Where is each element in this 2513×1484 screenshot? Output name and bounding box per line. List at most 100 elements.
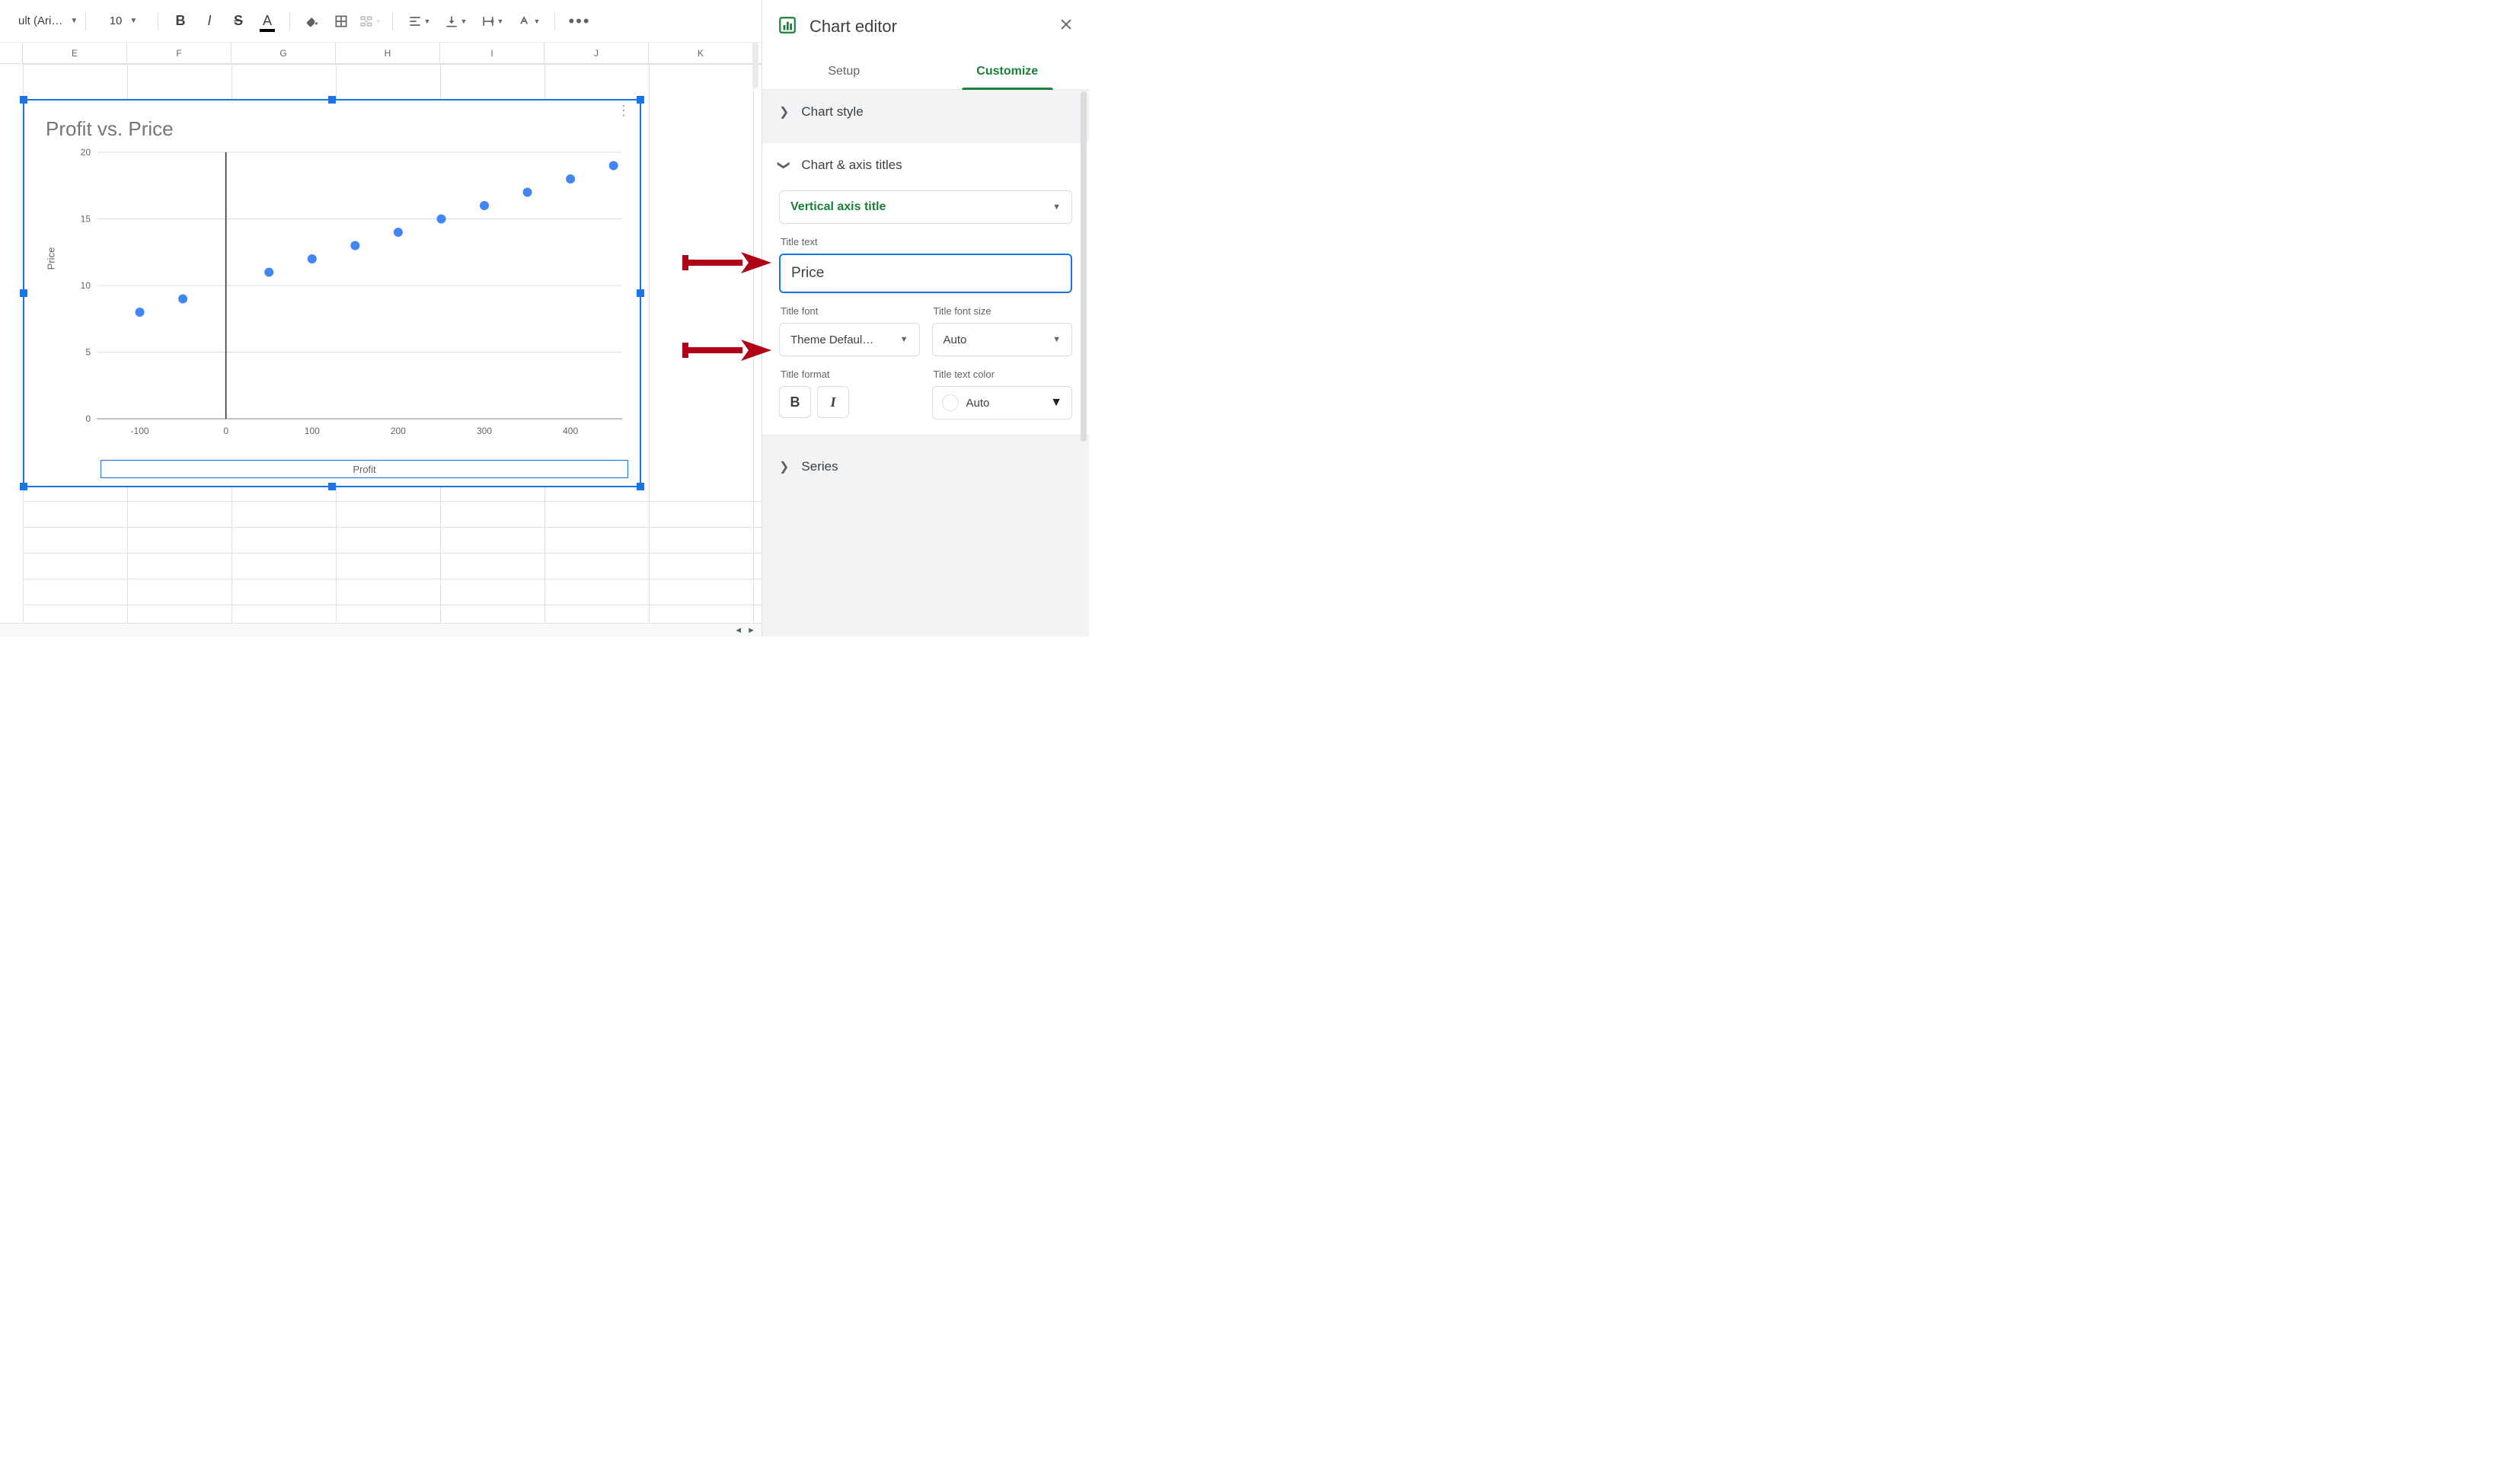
title-bold-button[interactable]: B [779, 386, 811, 418]
resize-handle[interactable] [637, 96, 644, 104]
fill-color-button[interactable] [299, 8, 325, 35]
chevron-down-icon: ▼ [129, 17, 137, 25]
close-button[interactable] [1059, 17, 1074, 37]
resize-handle[interactable] [637, 289, 644, 297]
chart-menu-button[interactable]: ⋮ [617, 108, 631, 113]
chevron-down-icon: ❯ [777, 160, 792, 170]
title-italic-button[interactable]: I [817, 386, 849, 418]
chevron-down-icon: ▼ [1052, 203, 1061, 212]
horizontal-align-button[interactable]: ▼ [402, 8, 436, 35]
title-type-select[interactable]: Vertical axis title ▼ [779, 190, 1072, 224]
svg-text:5: 5 [85, 347, 91, 358]
resize-handle[interactable] [328, 96, 336, 104]
section-toggle-chart-axis-titles[interactable]: ❯ Chart & axis titles [762, 143, 1089, 187]
resize-handle[interactable] [20, 96, 27, 104]
valign-bottom-icon [444, 14, 459, 29]
text-color-button[interactable]: A [254, 8, 280, 35]
color-swatch [942, 394, 959, 411]
text-rotation-button[interactable]: ▼ [512, 8, 545, 35]
merge-icon [359, 14, 374, 29]
svg-text:10: 10 [81, 280, 91, 291]
svg-text:300: 300 [477, 426, 492, 436]
vertical-scrollbar[interactable] [752, 43, 758, 88]
title-format-label: Title format [781, 369, 918, 380]
grid-body[interactable]: ⋮ Profit vs. Price Price 05101520-100010… [0, 64, 762, 623]
toolbar-separator [554, 12, 555, 30]
chart-plot: 05101520-1000100200300400 [66, 145, 630, 449]
chevron-down-icon: ▼ [1050, 396, 1062, 410]
title-text-input[interactable] [779, 254, 1072, 293]
scroll-left-icon[interactable]: ◄ [734, 626, 742, 635]
column-header[interactable]: H [336, 43, 440, 63]
section-toggle-series[interactable]: ❯ Series [762, 445, 1089, 489]
tab-setup[interactable]: Setup [762, 53, 926, 89]
section-series: ❯ Series [762, 445, 1089, 489]
strikethrough-button[interactable]: S [225, 8, 251, 35]
resize-handle[interactable] [20, 289, 27, 297]
horizontal-scrollbar[interactable]: ◄ ► [0, 623, 762, 637]
panel-tabs: Setup Customize [762, 53, 1089, 90]
font-size-value: 10 [110, 14, 123, 27]
font-family-select[interactable]: ult (Ari… ▼ [8, 8, 76, 35]
panel-title: Chart editor [809, 17, 1046, 37]
text-wrap-button[interactable]: ▼ [475, 8, 509, 35]
chart-title[interactable]: Profit vs. Price [46, 117, 174, 141]
resize-handle[interactable] [637, 483, 644, 490]
chevron-right-icon: ❯ [779, 104, 789, 120]
title-text-color-select[interactable]: Auto ▼ [932, 386, 1073, 420]
chevron-right-icon: ❯ [779, 459, 789, 474]
borders-button[interactable] [328, 8, 354, 35]
svg-text:0: 0 [223, 426, 228, 436]
paint-bucket-icon [305, 14, 320, 29]
svg-text:400: 400 [563, 426, 578, 436]
toolbar-separator [85, 12, 86, 30]
title-font-select[interactable]: Theme Defaul… ▼ [779, 323, 920, 356]
bold-button[interactable]: B [168, 8, 193, 35]
panel-header: Chart editor [762, 0, 1089, 53]
section-chart-axis-titles: ❯ Chart & axis titles Vertical axis titl… [762, 143, 1089, 436]
title-text-color-label: Title text color [934, 369, 1071, 380]
toolbar-separator [289, 12, 290, 30]
column-header[interactable]: K [649, 43, 753, 63]
column-headers: E F G H I J K [0, 43, 762, 64]
select-all-corner[interactable] [0, 43, 23, 63]
chevron-down-icon: ▼ [900, 335, 908, 344]
scroll-right-icon[interactable]: ► [747, 626, 755, 635]
panel-scrollbar[interactable] [1081, 91, 1087, 442]
embedded-chart[interactable]: ⋮ Profit vs. Price Price 05101520-100010… [23, 99, 641, 487]
chevron-down-icon: ▼ [70, 17, 76, 25]
text-overflow-icon [481, 14, 496, 29]
section-chart-style: ❯ Chart style [762, 90, 1089, 134]
toolbar-separator [392, 12, 393, 30]
y-axis-title[interactable]: Price [45, 247, 56, 270]
italic-button[interactable]: I [196, 8, 222, 35]
merge-cells-button[interactable]: ▼ [357, 8, 383, 35]
font-size-select[interactable]: 10 ▼ [95, 8, 148, 35]
vertical-align-button[interactable]: ▼ [439, 8, 472, 35]
svg-text:100: 100 [305, 426, 320, 436]
title-text-label: Title text [781, 236, 1071, 247]
resize-handle[interactable] [20, 483, 27, 490]
title-font-label: Title font [781, 305, 918, 317]
svg-text:200: 200 [391, 426, 406, 436]
close-icon [1059, 17, 1074, 32]
panel-body: ❯ Chart style ❯ Chart & axis titles Vert… [762, 90, 1089, 637]
chevron-down-icon: ▼ [1052, 335, 1061, 344]
svg-text:-100: -100 [131, 426, 149, 436]
column-header[interactable]: I [440, 43, 544, 63]
resize-handle[interactable] [328, 483, 336, 490]
svg-text:0: 0 [85, 413, 91, 424]
title-type-value: Vertical axis title [790, 200, 886, 214]
title-font-size-label: Title font size [934, 305, 1071, 317]
column-header[interactable]: F [127, 43, 232, 63]
section-toggle-chart-style[interactable]: ❯ Chart style [762, 90, 1089, 134]
x-axis-title[interactable]: Profit [101, 460, 628, 478]
more-toolbar-button[interactable]: ••• [564, 8, 595, 35]
title-font-size-select[interactable]: Auto ▼ [932, 323, 1073, 356]
column-header[interactable]: J [544, 43, 649, 63]
chart-icon [778, 15, 797, 39]
column-header[interactable]: E [23, 43, 127, 63]
tab-customize[interactable]: Customize [926, 53, 1090, 89]
text-rotation-icon [517, 14, 532, 29]
column-header[interactable]: G [232, 43, 336, 63]
